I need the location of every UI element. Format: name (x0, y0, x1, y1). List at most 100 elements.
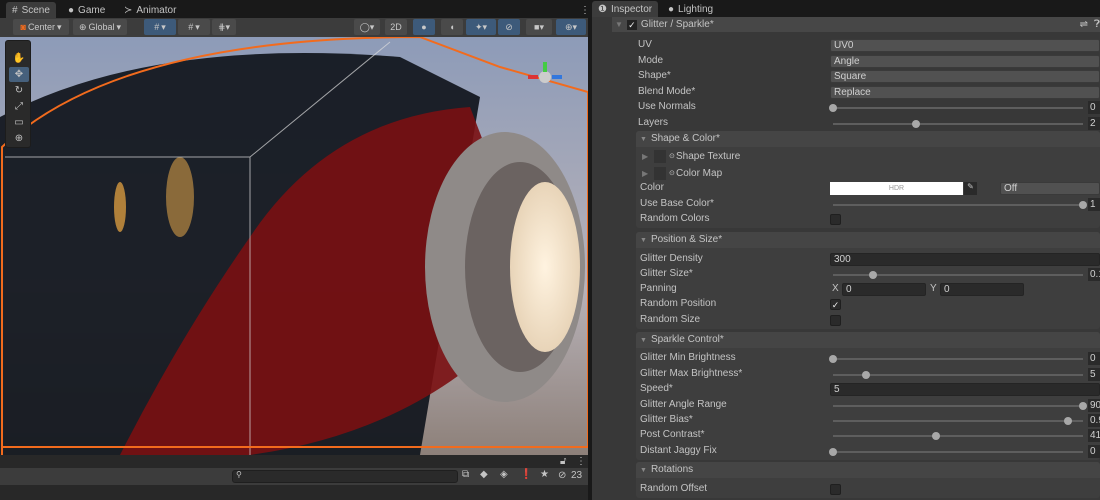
eyedropper-icon[interactable]: ✎ (964, 182, 977, 195)
slider-handle[interactable] (1079, 402, 1087, 410)
glitter-bias-slider[interactable] (833, 417, 1083, 425)
section-header-shape-color[interactable]: ▼ Shape & Color* (636, 131, 1100, 147)
object-picker-icon[interactable]: ⊙ (669, 169, 675, 177)
color-field[interactable]: HDR (830, 182, 963, 195)
distant-jaggy-fix-value[interactable]: 0 (1088, 445, 1100, 458)
random-colors-checkbox[interactable] (830, 214, 841, 225)
search-by-type-icon[interactable]: ⧉ (462, 469, 469, 480)
panning-y-input[interactable]: 0 (940, 283, 1024, 296)
use-normals-value[interactable]: 0 (1088, 101, 1100, 114)
warning-icon[interactable]: ❗ (520, 469, 532, 480)
foldout-arrow-icon[interactable]: ▼ (640, 237, 647, 244)
filter-type-icon[interactable]: ◆ (480, 469, 488, 480)
mode-dropdown[interactable]: Angle (830, 55, 1100, 68)
glitter-angle-range-value[interactable]: 90 (1088, 399, 1100, 412)
use-base-color-value[interactable]: 1 (1088, 198, 1100, 211)
foldout-arrow-icon[interactable]: ▼ (640, 467, 647, 474)
more-menu-icon[interactable]: ⋮ (576, 456, 586, 467)
section-header-position-size[interactable]: ▼ Position & Size* (636, 232, 1100, 248)
search-input[interactable] (232, 470, 458, 483)
glitter-max-brightness-value[interactable]: 5 (1088, 368, 1100, 381)
gizmos-dropdown[interactable]: ⊕▾ (556, 19, 586, 35)
glitter-min-brightness-slider[interactable] (829, 355, 1083, 363)
slider-handle[interactable] (861, 371, 870, 379)
glitter-max-brightness-slider[interactable] (833, 371, 1083, 379)
slider-handle[interactable] (1079, 201, 1087, 209)
draw-mode-dropdown[interactable]: ◯▾ (354, 19, 380, 35)
use-normals-slider[interactable] (829, 104, 1083, 112)
hidden-packages-icon[interactable]: ⊘ (558, 470, 566, 481)
scene-viewport[interactable] (0, 37, 588, 455)
slider-handle[interactable] (1064, 417, 1072, 425)
effects-dropdown[interactable]: ✦▾ (466, 19, 496, 35)
glitter-min-brightness-value[interactable]: 0 (1088, 352, 1100, 365)
tab-inspector[interactable]: ❶ Inspector (592, 1, 659, 17)
foldout-arrow-icon[interactable]: ▼ (640, 136, 647, 143)
lock-icon[interactable]: 🔓︎ (560, 456, 566, 467)
glitter-angle-range-slider[interactable] (833, 402, 1087, 410)
slider-handle[interactable] (869, 271, 877, 279)
foldout-arrow-icon[interactable]: ▶ (642, 152, 648, 161)
tab-scene[interactable]: # Scene (6, 2, 56, 18)
glitter-density-input[interactable]: 300 (830, 253, 1100, 266)
glitter-size-value[interactable]: 0.1 (1088, 268, 1100, 281)
blend-mode-dropdown[interactable]: Replace (830, 86, 1100, 99)
tab-game[interactable]: ● Game (62, 2, 111, 18)
section-header-rotations[interactable]: ▼ Rotations (636, 462, 1100, 478)
uv-dropdown[interactable]: UV0 (830, 39, 1100, 52)
texture-slot[interactable] (654, 167, 666, 180)
glitter-bias-value[interactable]: 0.9 (1088, 414, 1100, 427)
glitter-size-slider[interactable] (833, 271, 1083, 279)
camera-dropdown[interactable]: ■▾ (526, 19, 552, 35)
slider-handle[interactable] (931, 432, 940, 440)
speed-input[interactable]: 5 (830, 383, 1100, 396)
shape-dropdown[interactable]: Square (830, 70, 1100, 83)
foldout-arrow-icon[interactable]: ▶ (642, 169, 648, 178)
tab-lighting[interactable]: ● Lighting (662, 1, 719, 17)
layers-slider[interactable] (833, 120, 1083, 128)
post-contrast-value[interactable]: 41 (1088, 429, 1100, 442)
random-position-checkbox[interactable]: ✓ (830, 299, 841, 310)
slider-handle[interactable] (829, 355, 837, 363)
increment-snap-button[interactable]: # ▾ (178, 19, 210, 35)
hand-tool-icon[interactable]: ✋ (9, 51, 29, 66)
section-header-sparkle-control[interactable]: ▼ Sparkle Control* (636, 332, 1100, 348)
lighting-toggle[interactable]: ● (413, 19, 435, 35)
tab-animator[interactable]: ≻ Animator (118, 2, 182, 18)
audio-toggle[interactable]: ◖ (441, 19, 463, 35)
eye-slash-icon: ⊘ (505, 21, 513, 32)
random-offset-checkbox[interactable] (830, 484, 841, 495)
rect-tool-icon[interactable]: ▭ (9, 115, 29, 130)
space-dropdown[interactable]: ⊕ Global ▾ (73, 19, 127, 35)
slider-handle[interactable] (829, 448, 837, 456)
component-header[interactable]: ▼ ✓ Glitter / Sparkle* ⇌ ❓︎ (612, 17, 1100, 32)
component-enabled-checkbox[interactable]: ✓ (626, 19, 637, 30)
random-size-checkbox[interactable] (830, 315, 841, 326)
slider-handle[interactable] (911, 120, 920, 128)
color-mode-dropdown[interactable]: Off (1000, 182, 1100, 195)
hidden-objects-toggle[interactable]: ⊘ (498, 19, 520, 35)
foldout-arrow-icon[interactable]: ▼ (615, 20, 623, 29)
post-contrast-slider[interactable] (833, 432, 1083, 440)
object-picker-icon[interactable]: ⊙ (669, 152, 675, 160)
layers-value[interactable]: 2 (1088, 117, 1100, 130)
foldout-arrow-icon[interactable]: ▼ (640, 337, 647, 344)
rotate-tool-icon[interactable]: ↻ (9, 83, 29, 98)
label-icon[interactable]: ◈ (500, 469, 508, 480)
align-button[interactable]: ⋕▾ (212, 19, 236, 35)
grid-snap-button[interactable]: # ▾ (144, 19, 176, 35)
panning-x-input[interactable]: 0 (842, 283, 926, 296)
scale-tool-icon[interactable]: ⤢ (9, 99, 29, 114)
slider-handle[interactable] (829, 104, 837, 112)
help-icon[interactable]: ❓︎ (1094, 19, 1100, 30)
transform-tool-icon[interactable]: ⊕ (9, 131, 29, 146)
gamepad-icon: ● (68, 4, 75, 16)
move-tool-icon[interactable]: ✥ (9, 67, 29, 82)
use-base-color-slider[interactable] (833, 201, 1087, 209)
favorite-star-icon[interactable]: ★ (540, 469, 549, 480)
distant-jaggy-fix-slider[interactable] (829, 448, 1083, 456)
pivot-dropdown[interactable]: ◙ Center ▾ (13, 19, 69, 35)
texture-slot[interactable] (654, 150, 666, 163)
2d-toggle[interactable]: 2D (385, 19, 407, 35)
preset-icon[interactable]: ⇌ (1080, 19, 1088, 30)
